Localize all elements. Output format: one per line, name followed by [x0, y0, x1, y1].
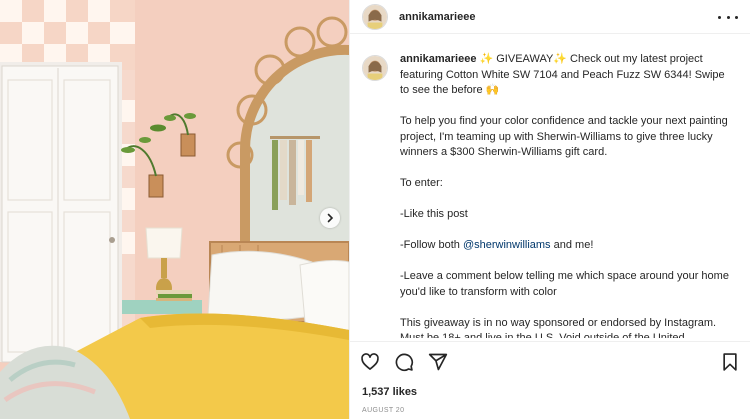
action-bar	[350, 341, 750, 381]
caption-para-3: To enter:	[400, 177, 443, 189]
post-header: annikamarieee	[350, 0, 750, 34]
caption-para-5-prefix: -Follow both	[400, 239, 460, 251]
header-username[interactable]: annikamarieee	[399, 11, 475, 23]
bedroom-photo	[0, 0, 349, 419]
post-photo[interactable]	[0, 0, 349, 419]
avatar[interactable]	[362, 3, 388, 30]
caption-para-2: To help you find your color confidence a…	[400, 115, 728, 158]
post-date: AUGUST 20	[362, 407, 405, 414]
avatar-image	[363, 4, 387, 29]
chevron-right-icon	[327, 213, 334, 223]
share-icon[interactable]	[428, 352, 448, 372]
mention-link[interactable]: @sherwinwilliams	[463, 239, 551, 251]
more-options-icon[interactable]	[718, 10, 738, 24]
caption-avatar[interactable]	[362, 55, 388, 81]
likes-count[interactable]: 1,537 likes	[362, 386, 417, 398]
caption-para-7: This giveaway is in no way sponsored or …	[400, 316, 717, 339]
caption-para-6: -Leave a comment below telling me which …	[400, 270, 729, 298]
caption: annikamarieee ✨ GIVEAWAY✨ Check out my l…	[362, 52, 738, 338]
heart-icon[interactable]	[360, 352, 380, 372]
bookmark-icon[interactable]	[720, 352, 740, 372]
closet-door	[0, 62, 122, 363]
caption-para-5-suffix: and me!	[553, 239, 594, 251]
caption-text: annikamarieee ✨ GIVEAWAY✨ Check out my l…	[400, 52, 730, 338]
nightstand	[122, 300, 202, 314]
caption-para-5: -Follow both @sherwinwilliams and me!	[400, 238, 730, 254]
avatar-image	[363, 56, 387, 80]
caption-para-4: -Like this post	[400, 208, 468, 220]
post-details: annikamarieee annikamarieee ✨ GIVEAWAY✨ …	[349, 0, 750, 419]
comment-icon[interactable]	[394, 352, 414, 372]
caption-username[interactable]: annikamarieee	[400, 53, 476, 65]
caption-area: annikamarieee ✨ GIVEAWAY✨ Check out my l…	[362, 52, 738, 338]
next-slide-button[interactable]	[320, 208, 340, 228]
